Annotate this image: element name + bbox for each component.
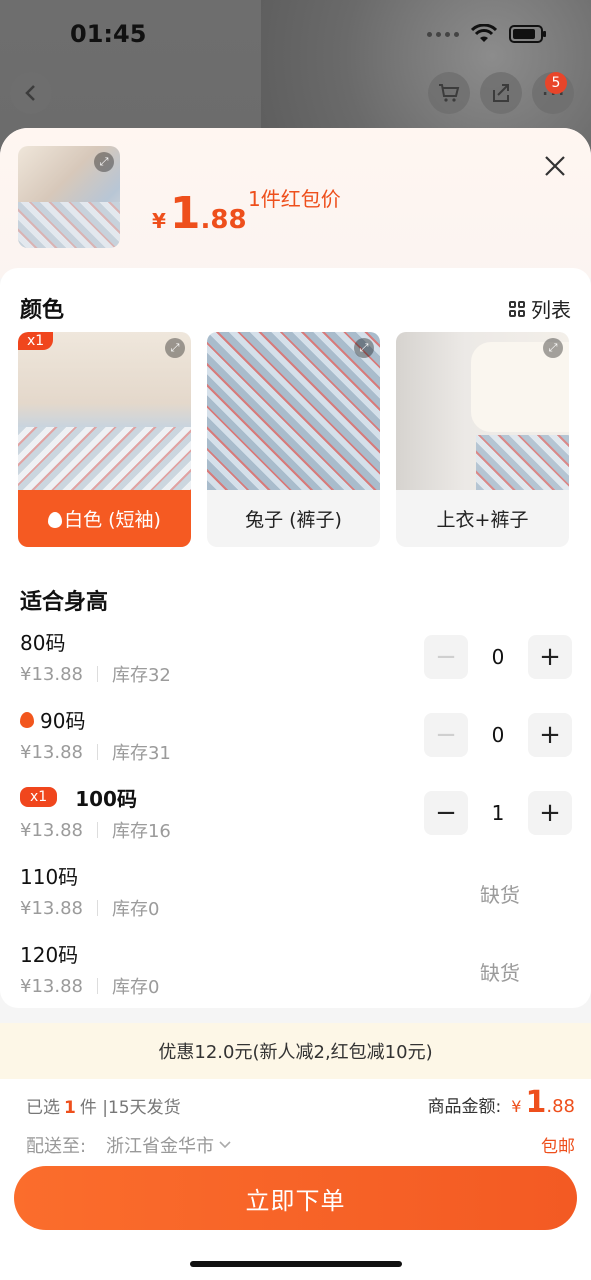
amount-decimal: .88 (546, 1096, 575, 1117)
close-icon[interactable] (541, 152, 569, 180)
price-display: ¥ 1 .88 (152, 188, 247, 239)
selected-count: 1 (64, 1098, 76, 1118)
size-price: ¥13.88 (20, 663, 83, 685)
expand-icon[interactable]: ⤢ (543, 338, 563, 358)
expand-icon[interactable]: ⤢ (354, 338, 374, 358)
color-option-white[interactable]: x1 ⤢ 白色 (短袖) (18, 332, 191, 547)
color-option-label: 兔子 (裤子) (245, 509, 342, 531)
share-icon (493, 84, 509, 102)
selected-count-tag: x1 (20, 787, 58, 807)
size-stock: 库存0 (111, 899, 160, 920)
decrement-button[interactable]: − (424, 791, 468, 835)
ship-city: 浙江省金华市 (106, 1136, 214, 1157)
quantity-stepper: − 1 + (424, 791, 572, 835)
color-option-image: ⤢ (396, 332, 569, 490)
list-toggle-label: 列表 (531, 298, 571, 322)
price-currency: ¥ (152, 209, 166, 233)
size-row-120: 120码 ¥13.88 库存0 缺货 (20, 939, 572, 1009)
amount-integer: 1 (525, 1085, 547, 1120)
quantity-value[interactable]: 0 (468, 723, 528, 747)
quantity-value[interactable]: 0 (468, 645, 528, 669)
price-note: 1件红包价 (248, 187, 341, 211)
cart-count-badge: 5 (545, 72, 567, 94)
hot-icon (48, 511, 63, 528)
sku-selector-sheet: ⤢ ¥ 1 .88 1件红包价 颜色 列表 x1 ⤢ 白色 (短袖) ⤢ 兔子 … (0, 128, 591, 1280)
color-option-set[interactable]: ⤢ 上衣+裤子 (396, 332, 569, 547)
decrement-button[interactable]: − (424, 635, 468, 679)
decrement-button[interactable]: − (424, 713, 468, 757)
hot-icon (20, 712, 34, 728)
price-decimal: .88 (200, 205, 247, 235)
size-stock: 库存32 (111, 665, 171, 686)
sheet-header: ⤢ ¥ 1 .88 1件红包价 (0, 128, 591, 278)
size-price: ¥13.88 (20, 975, 83, 997)
size-row-90: 90码 ¥13.88 库存31 − 0 + (20, 705, 572, 775)
quantity-stepper: − 0 + (424, 635, 572, 679)
quantity-value[interactable]: 1 (468, 801, 528, 825)
cart-icon (439, 84, 460, 102)
chevron-left-icon (25, 85, 35, 101)
amount-summary: 商品金额: ¥ 1 .88 (428, 1085, 575, 1120)
amount-label: 商品金额: (427, 1097, 502, 1117)
color-options: x1 ⤢ 白色 (短袖) ⤢ 兔子 (裤子) ⤢ 上衣+裤子 (18, 332, 569, 547)
chevron-down-icon (219, 1141, 231, 1149)
color-option-image: ⤢ (207, 332, 380, 490)
free-shipping-label: 包邮 (541, 1137, 575, 1157)
size-price: ¥13.88 (20, 897, 83, 919)
size-section-title: 适合身高 (20, 590, 109, 615)
status-icons (427, 24, 546, 44)
cart-button[interactable] (428, 72, 470, 114)
color-option-image: ⤢ (18, 332, 191, 490)
battery-icon (509, 25, 546, 43)
size-price: ¥13.88 (20, 819, 83, 841)
place-order-button[interactable]: 立即下单 (14, 1166, 577, 1230)
back-button[interactable] (10, 72, 52, 114)
cellular-signal-icon (427, 31, 459, 37)
color-option-label: 上衣+裤子 (436, 509, 529, 531)
amount-currency: ¥ (511, 1097, 522, 1116)
expand-icon[interactable]: ⤢ (165, 338, 185, 358)
size-row-80: 80码 ¥13.88 库存32 − 0 + (20, 627, 572, 697)
selected-product-thumbnail[interactable]: ⤢ (18, 146, 120, 248)
ship-address-selector[interactable]: 浙江省金华市 (106, 1132, 232, 1158)
promo-banner: 优惠12.0元(新人减2,红包减10元) (0, 1023, 591, 1079)
home-indicator[interactable] (190, 1261, 402, 1267)
increment-button[interactable]: + (528, 713, 572, 757)
color-option-label: 白色 (短袖) (18, 490, 191, 547)
size-stock: 库存16 (111, 821, 171, 842)
list-icon (509, 300, 525, 317)
share-button[interactable] (480, 72, 522, 114)
size-price: ¥13.88 (20, 741, 83, 763)
background-product-photo (261, 0, 591, 140)
size-row-100: x1 100码 ¥13.88 库存16 − 1 + (20, 783, 572, 853)
list-view-toggle[interactable]: 列表 (509, 294, 571, 323)
selected-summary: 已选 1 件 |15天发货 (26, 1098, 181, 1118)
options-card: 颜色 列表 x1 ⤢ 白色 (短袖) ⤢ 兔子 (裤子) ⤢ 上衣+裤子 适合身… (0, 268, 591, 1008)
increment-button[interactable]: + (528, 635, 572, 679)
selected-count-tag: x1 (18, 332, 54, 350)
size-stock: 库存0 (111, 977, 160, 998)
price-integer: 1 (169, 188, 201, 239)
out-of-stock-label: 缺货 (480, 961, 520, 985)
size-row-110: 110码 ¥13.88 库存0 缺货 (20, 861, 572, 931)
out-of-stock-label: 缺货 (480, 883, 520, 907)
quantity-stepper: − 0 + (424, 713, 572, 757)
increment-button[interactable]: + (528, 791, 572, 835)
order-summary: 已选 1 件 |15天发货 商品金额: ¥ 1 .88 配送至: 浙江省金华市 包邮… (0, 1079, 591, 1280)
color-section-title: 颜色 (20, 298, 65, 323)
size-stock: 库存31 (111, 743, 171, 764)
wifi-icon (471, 24, 497, 42)
color-option-rabbit[interactable]: ⤢ 兔子 (裤子) (207, 332, 380, 547)
ship-to-label: 配送至: (26, 1136, 87, 1157)
expand-icon[interactable]: ⤢ (94, 152, 114, 172)
status-time: 01:45 (70, 20, 147, 48)
